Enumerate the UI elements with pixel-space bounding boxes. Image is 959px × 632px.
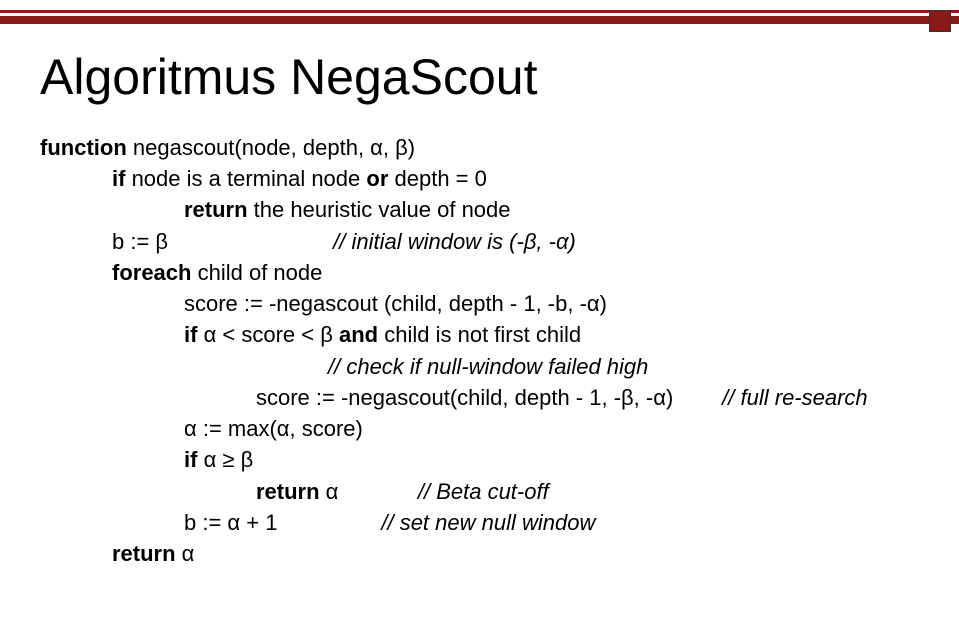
code-line: if α ≥ β xyxy=(40,444,929,475)
code-text: score := -negascout(child, depth - 1, -β… xyxy=(256,385,722,410)
code-line: score := -negascout (child, depth - 1, -… xyxy=(40,288,929,319)
code-line: if α < score < β and child is not first … xyxy=(40,319,929,350)
top-line-thick xyxy=(0,16,959,24)
decorative-top-bar xyxy=(0,10,959,28)
code-line: b := β // initial window is (-β, -α) xyxy=(40,226,929,257)
code-text: the heuristic value of node xyxy=(248,197,511,222)
code-text: child is not first child xyxy=(378,322,581,347)
code-text: negascout(node, depth, α, β) xyxy=(127,135,415,160)
code-text: b := β xyxy=(112,229,333,254)
code-text: node is a terminal node xyxy=(125,166,366,191)
code-text: child of node xyxy=(191,260,322,285)
keyword-return: return xyxy=(112,541,176,566)
code-line: return α xyxy=(40,538,929,569)
comment: // full re-search xyxy=(722,385,868,410)
keyword-if: if xyxy=(112,166,125,191)
code-text: α xyxy=(320,479,418,504)
code-line: b := α + 1 // set new null window xyxy=(40,507,929,538)
top-line-thin xyxy=(0,10,959,13)
comment: // check if null-window failed high xyxy=(328,354,648,379)
code-line: α := max(α, score) xyxy=(40,413,929,444)
keyword-if: if xyxy=(184,447,197,472)
comment-line: // check if null-window failed high xyxy=(40,351,929,382)
code-text: α < score < β xyxy=(197,322,339,347)
slide: Algoritmus NegaScout function negascout(… xyxy=(0,0,959,632)
slide-title: Algoritmus NegaScout xyxy=(40,48,537,106)
comment: // set new null window xyxy=(381,510,595,535)
keyword-return: return xyxy=(184,197,248,222)
comment: // initial window is (-β, -α) xyxy=(333,229,576,254)
keyword-return: return xyxy=(256,479,320,504)
code-text: depth = 0 xyxy=(388,166,486,191)
code-text: score := -negascout (child, depth - 1, -… xyxy=(184,291,607,316)
code-line: if node is a terminal node or depth = 0 xyxy=(40,163,929,194)
top-corner-box xyxy=(929,10,951,32)
keyword-or: or xyxy=(366,166,388,191)
code-text: b := α + 1 xyxy=(184,510,381,535)
code-text: α := max(α, score) xyxy=(184,416,363,441)
comment: // Beta cut-off xyxy=(418,479,549,504)
code-line: return the heuristic value of node xyxy=(40,194,929,225)
keyword-function: function xyxy=(40,135,127,160)
keyword-foreach: foreach xyxy=(112,260,191,285)
code-line: score := -negascout(child, depth - 1, -β… xyxy=(40,382,929,413)
code-text: α xyxy=(176,541,195,566)
code-line: function negascout(node, depth, α, β) xyxy=(40,132,929,163)
keyword-if: if xyxy=(184,322,197,347)
code-line: return α // Beta cut-off xyxy=(40,476,929,507)
code-block: function negascout(node, depth, α, β) if… xyxy=(40,132,929,569)
code-line: foreach child of node xyxy=(40,257,929,288)
code-text: α ≥ β xyxy=(197,447,253,472)
keyword-and: and xyxy=(339,322,378,347)
